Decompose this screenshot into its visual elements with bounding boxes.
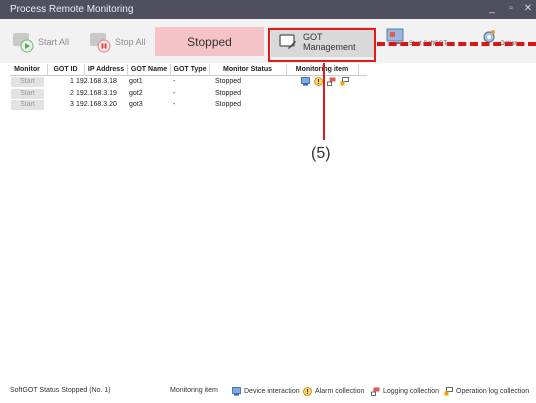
cell-got-id: 2 [70,89,74,97]
col-monitor-status[interactable]: Monitor Status [211,66,284,73]
device-interaction-icon [232,387,241,396]
cell-got-type: - [173,89,176,97]
cell-got-name: got2 [129,89,143,97]
callout-line [323,63,325,140]
monitor-status-label: Stopped [187,34,232,49]
logging-collection-icon [371,387,380,396]
row-start-button[interactable]: Start [11,100,44,110]
cell-got-type: - [173,78,176,85]
col-monitor[interactable]: Monitor [10,66,44,73]
table-row[interactable]: Start 2 192.168.3.19 got2 - Stopped [10,88,367,100]
monitoring-item-legend-label: Monitoring item [170,387,218,394]
legend-operation-log-collection-label: Operation log collection [456,388,530,395]
legend-device-interaction: Device interaction [232,387,300,396]
col-got-id[interactable]: GOT ID [49,66,82,73]
start-all-label: Start All [38,37,70,47]
dashed-annotation-line [377,42,536,46]
table-row[interactable]: Start 3 192.168.3.20 got3 - Stopped [10,99,367,111]
stop-all-label: Stop All [115,37,146,47]
alarm-collection-icon [314,77,323,86]
cell-ip-address: 192.168.3.20 [76,101,117,108]
callout-label: (5) [311,145,331,162]
stop-all-button[interactable]: Stop All [89,27,146,57]
cell-got-id: 1 [70,78,74,85]
cell-ip-address: 192.168.3.18 [76,78,117,85]
legend-operation-log-collection: Operation log collection [444,387,529,396]
legend-logging-collection-label: Logging collection [383,388,440,395]
start-all-button[interactable]: Start All [12,27,69,57]
col-monitoring-item[interactable]: Monitoring item [288,66,356,73]
table-row[interactable]: Start 1 192.168.3.18 got1 - Stopped [10,76,367,88]
stop-all-icon [89,31,111,53]
cell-ip-address: 192.168.3.19 [76,89,117,97]
status-bar: SoftGOT Status Stopped (No. 1) Monitorin… [0,384,536,403]
alarm-collection-icon [303,387,312,396]
cell-monitor-status: Stopped [215,89,242,97]
device-interaction-icon [301,77,310,86]
legend-alarm-collection-label: Alarm collection [315,388,365,395]
cell-monitor-status: Stopped [215,101,242,108]
col-ip-address[interactable]: IP Address [86,66,126,73]
legend-logging-collection: Logging collection [371,387,439,396]
col-got-type[interactable]: GOT Type [172,66,208,73]
got-table: Monitor GOT ID IP Address GOT Name GOT T… [10,64,367,111]
minimize-button[interactable]: _ [486,3,498,14]
softgot-status-text: SoftGOT Status Stopped (No. 1) [10,387,111,394]
operation-log-collection-icon [444,387,453,396]
operation-log-collection-icon [340,77,349,86]
cell-got-name: got3 [129,101,143,108]
title-bar: Process Remote Monitoring _ ▫ ✕ [0,0,536,19]
col-got-name[interactable]: GOT Name [129,66,169,73]
maximize-button[interactable]: ▫ [505,3,517,14]
got-management-highlight [268,28,376,62]
table-header: Monitor GOT ID IP Address GOT Name GOT T… [10,64,367,76]
cell-got-name: got1 [129,78,143,85]
row-start-button[interactable]: Start [11,88,44,99]
start-all-icon [12,31,34,53]
cell-got-type: - [173,101,176,108]
row-start-button[interactable]: Start [11,77,44,87]
logging-collection-icon [327,77,336,86]
cell-got-id: 3 [70,101,74,108]
legend-alarm-collection: Alarm collection [303,387,364,396]
close-button[interactable]: ✕ [522,3,534,14]
monitor-status-indicator: Stopped [155,27,264,56]
legend-device-interaction-label: Device interaction [244,388,300,395]
cell-monitor-status: Stopped [215,78,242,85]
window-title: Process Remote Monitoring [10,4,134,15]
